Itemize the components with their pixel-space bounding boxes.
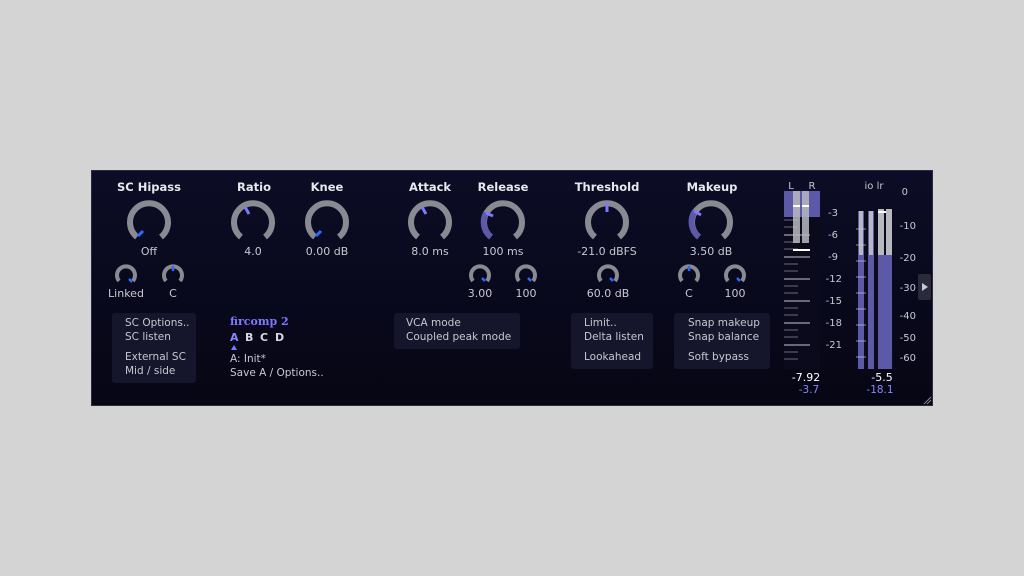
- knee-knob[interactable]: [302, 197, 352, 243]
- makeup-c-label: C: [685, 287, 693, 300]
- sc-options-button[interactable]: SC Options..: [125, 317, 190, 329]
- limit-button[interactable]: Limit..: [584, 317, 617, 329]
- release-value: 100 ms: [482, 245, 524, 258]
- gr-tick-6: -6: [828, 230, 838, 241]
- preset-slot-a[interactable]: A: [230, 331, 239, 344]
- release-a-value: 3.00: [467, 287, 493, 300]
- soft-bypass-toggle[interactable]: Soft bypass: [688, 351, 749, 363]
- external-sc-toggle[interactable]: External SC: [125, 351, 186, 363]
- io-tick-50: -50: [899, 333, 916, 344]
- threshold-label: Threshold: [574, 180, 640, 194]
- resize-grip-icon[interactable]: [922, 395, 932, 405]
- ratio-label: Ratio: [237, 180, 271, 194]
- preset-slot-b[interactable]: B: [245, 331, 253, 344]
- knee-label: Knee: [310, 180, 344, 194]
- io-tick-40: -40: [899, 311, 916, 322]
- makeup-knob[interactable]: [686, 197, 736, 243]
- gr-tick-18: -18: [825, 318, 842, 329]
- delta-listen-toggle[interactable]: Delta listen: [584, 331, 644, 343]
- preset-slot-c[interactable]: C: [260, 331, 268, 344]
- snap-makeup-toggle[interactable]: Snap makeup: [688, 317, 760, 329]
- gr-value: -7.92: [791, 371, 821, 384]
- release-b-knob[interactable]: [514, 263, 538, 285]
- sc-c-knob[interactable]: [161, 263, 185, 285]
- save-options-button[interactable]: Save A / Options..: [230, 367, 324, 379]
- current-preset-label: A: Init*: [230, 353, 266, 365]
- snap-balance-toggle[interactable]: Snap balance: [688, 331, 759, 343]
- makeup-label: Makeup: [686, 180, 738, 194]
- linked-knob[interactable]: [114, 263, 138, 285]
- ratio-value: 4.0: [244, 245, 262, 258]
- compressor-panel: SC Hipass Off Linked C Ratio 4.0 Knee 0.…: [91, 170, 933, 406]
- attack-value: 8.0 ms: [411, 245, 449, 258]
- threshold-value: -21.0 dBFS: [577, 245, 637, 258]
- sc-hipass-value: Off: [140, 245, 158, 258]
- makeup-100-knob[interactable]: [723, 263, 747, 285]
- ratio-knob[interactable]: [228, 197, 278, 243]
- release-knob[interactable]: [478, 197, 528, 243]
- gr-tick-9: -9: [828, 252, 838, 263]
- threshold-knob[interactable]: [582, 197, 632, 243]
- sc-hipass-label: SC Hipass: [117, 180, 181, 194]
- active-slot-marker-icon: [231, 345, 237, 350]
- gr-sub-value: -3.7: [798, 384, 820, 396]
- gr-tick-12: -12: [825, 274, 842, 285]
- lookahead-toggle[interactable]: Lookahead: [584, 351, 641, 363]
- io-tick-30: -30: [899, 283, 916, 294]
- sc-hipass-knob[interactable]: [124, 197, 174, 243]
- gr-tick-15: -15: [825, 296, 842, 307]
- io-tick-20: -20: [899, 253, 916, 264]
- preset-title: fircomp 2: [230, 315, 289, 328]
- io-tick-10: -10: [899, 221, 916, 232]
- gr-tick-3: -3: [828, 208, 838, 219]
- knee-value: 0.00 dB: [305, 245, 349, 258]
- threshold-sub-knob[interactable]: [596, 263, 620, 285]
- release-b-value: 100: [515, 287, 537, 300]
- io-tick-60: -60: [899, 353, 916, 364]
- io-meter: [856, 209, 894, 369]
- makeup-value: 3.50 dB: [689, 245, 733, 258]
- makeup-100-value: 100: [724, 287, 746, 300]
- preset-slot-d[interactable]: D: [275, 331, 284, 344]
- coupled-peak-mode-toggle[interactable]: Coupled peak mode: [406, 331, 511, 343]
- expand-panel-button[interactable]: [918, 274, 931, 300]
- threshold-sub-value: 60.0 dB: [586, 287, 630, 300]
- attack-label: Attack: [408, 180, 452, 194]
- sc-c-label: C: [169, 287, 177, 300]
- io-sub-value: -18.1: [866, 384, 894, 396]
- gr-tick-21: -21: [825, 340, 842, 351]
- release-label: Release: [477, 180, 529, 194]
- io-value: -5.5: [871, 371, 893, 384]
- vca-mode-toggle[interactable]: VCA mode: [406, 317, 461, 329]
- release-a-knob[interactable]: [468, 263, 492, 285]
- io-tick-0: 0: [901, 187, 908, 198]
- attack-knob[interactable]: [405, 197, 455, 243]
- mid-side-toggle[interactable]: Mid / side: [125, 365, 175, 377]
- linked-label: Linked: [108, 287, 144, 300]
- makeup-c-knob[interactable]: [677, 263, 701, 285]
- sc-listen-toggle[interactable]: SC listen: [125, 331, 171, 343]
